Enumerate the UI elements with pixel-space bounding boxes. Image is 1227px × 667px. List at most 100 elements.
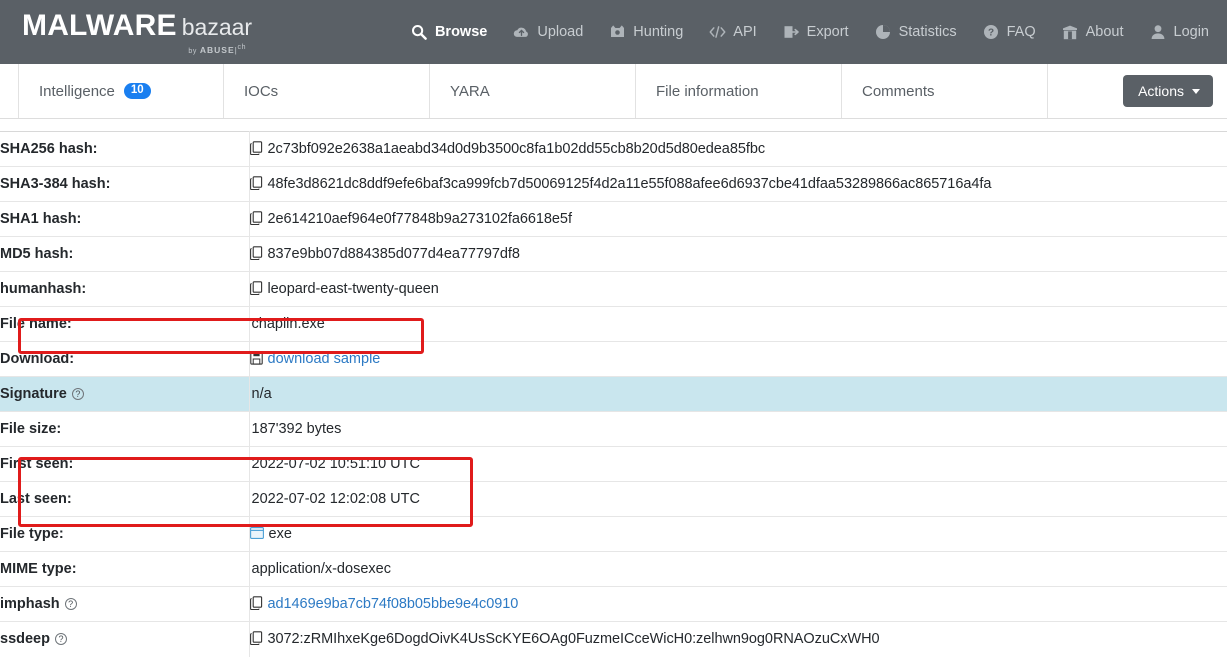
- tab-label-comments: Comments: [862, 82, 935, 100]
- nav-item-hunting[interactable]: Hunting: [609, 24, 683, 41]
- row-value-first-seen: 2022-07-02 10:51:10 UTC: [249, 446, 1227, 482]
- brand-name-bold: MALWARE: [22, 9, 177, 43]
- imphash-link[interactable]: ad1469e9ba7cb74f08b05bbe9e4c0910: [268, 596, 519, 612]
- tab-list: Intelligence 10 IOCs YARA File informati…: [18, 64, 1101, 118]
- table-row-sha1: SHA1 hash: 2e614210aef964e0f77848b9a2731…: [0, 201, 1227, 237]
- row-key-md5: MD5 hash:: [0, 236, 250, 272]
- row-key-download: Download:: [0, 341, 250, 377]
- table-row-mime-type: MIME type: application/x-dosexec: [0, 551, 1227, 587]
- imphash-label: imphash: [0, 596, 60, 612]
- nav-item-statistics[interactable]: Statistics: [875, 24, 957, 41]
- download-sample-link[interactable]: download sample: [268, 351, 381, 367]
- row-key-sha1: SHA1 hash:: [0, 201, 250, 237]
- help-icon[interactable]: ?: [54, 633, 67, 646]
- nav-item-about[interactable]: About: [1062, 24, 1124, 41]
- crosshair-icon: [609, 24, 626, 41]
- tab-label-intelligence: Intelligence: [39, 82, 115, 100]
- copy-icon[interactable]: [249, 176, 263, 191]
- help-icon[interactable]: ?: [71, 388, 84, 400]
- brand-name-light: bazaar: [181, 14, 253, 41]
- nav-item-api[interactable]: API: [709, 24, 757, 41]
- row-key-file-size: File size:: [0, 411, 250, 447]
- top-navbar: MALWARE bazaar by ABUSE|ch Browse Upload …: [0, 0, 1227, 64]
- table-row-ssdeep: ssdeep? 3072:zRMIhxeKge6DogdOivK4UsScKYE…: [0, 621, 1227, 657]
- tab-comments[interactable]: Comments: [842, 64, 1048, 118]
- row-value-file-type: exe: [249, 516, 1227, 552]
- row-value-signature: n/a: [249, 376, 1227, 412]
- tab-label-file-information: File information: [656, 82, 759, 100]
- code-icon: [709, 24, 726, 41]
- row-key-sha256: SHA256 hash:: [0, 131, 250, 167]
- nav-item-upload[interactable]: Upload: [513, 24, 583, 41]
- help-icon[interactable]: ?: [64, 598, 77, 610]
- nav-label-upload: Upload: [537, 24, 584, 40]
- table-row-file-type: File type: exe: [0, 516, 1227, 552]
- row-value-sha3-384: 48fe3d8621dc8ddf9efe6baf3ca999fcb7d50069…: [249, 166, 1227, 202]
- file-name-value: chaplin.exe: [251, 316, 325, 332]
- first-seen-value: 2022-07-02 10:51:10 UTC: [251, 456, 420, 472]
- actions-button-label: Actions: [1138, 83, 1184, 99]
- nav-item-login[interactable]: Login: [1150, 24, 1209, 41]
- brand-title: MALWARE bazaar: [22, 11, 252, 41]
- row-key-signature: Signature?: [0, 376, 250, 412]
- site-logo[interactable]: MALWARE bazaar by ABUSE|ch: [22, 9, 252, 55]
- nav-item-export[interactable]: Export: [783, 24, 849, 41]
- tab-label-yara: YARA: [450, 82, 490, 100]
- nav-label-login: Login: [1173, 24, 1209, 40]
- row-value-sha1: 2e614210aef964e0f77848b9a273102fa6618e5f: [249, 201, 1227, 237]
- row-key-humanhash: humanhash:: [0, 271, 250, 307]
- svg-text:?: ?: [988, 28, 994, 39]
- row-value-md5: 837e9bb07d884385d077d4ea77797df8: [249, 236, 1227, 272]
- table-row-first-seen: First seen: 2022-07-02 10:51:10 UTC: [0, 446, 1227, 482]
- copy-icon[interactable]: [249, 596, 263, 611]
- actions-area: Actions: [1101, 64, 1213, 118]
- table-row-file-name: File name: chaplin.exe: [0, 306, 1227, 342]
- table-row-last-seen: Last seen: 2022-07-02 12:02:08 UTC: [0, 481, 1227, 517]
- actions-button[interactable]: Actions: [1123, 75, 1213, 107]
- file-type-value: exe: [268, 526, 292, 542]
- question-circle-icon: ?: [983, 24, 1000, 41]
- sha3-384-value: 48fe3d8621dc8ddf9efe6baf3ca999fcb7d50069…: [267, 176, 992, 192]
- copy-icon[interactable]: [249, 211, 263, 226]
- search-icon: [411, 24, 428, 41]
- intelligence-count-badge: 10: [123, 82, 151, 100]
- row-value-ssdeep: 3072:zRMIhxeKge6DogdOivK4UsScKYE6OAg0Fuz…: [249, 621, 1227, 657]
- row-key-file-name: File name:: [0, 306, 250, 342]
- copy-icon[interactable]: [249, 246, 263, 261]
- row-value-last-seen: 2022-07-02 12:02:08 UTC: [249, 481, 1227, 517]
- last-seen-value: 2022-07-02 12:02:08 UTC: [251, 491, 420, 507]
- bank-icon: [1062, 24, 1079, 41]
- nav-label-browse: Browse: [434, 24, 488, 40]
- table-row-md5: MD5 hash: 837e9bb07d884385d077d4ea77797d…: [0, 236, 1227, 272]
- row-value-file-size: 187'392 bytes: [249, 411, 1227, 447]
- brand-subtitle: by ABUSE|ch: [188, 44, 247, 55]
- row-key-file-type: File type:: [0, 516, 250, 552]
- nav-label-export: Export: [806, 24, 849, 40]
- chevron-down-icon: [1192, 88, 1200, 94]
- nav-item-faq[interactable]: ? FAQ: [983, 24, 1036, 41]
- row-key-last-seen: Last seen:: [0, 481, 250, 517]
- md5-value: 837e9bb07d884385d077d4ea77797df8: [267, 246, 520, 262]
- tab-intelligence[interactable]: Intelligence 10: [18, 64, 224, 118]
- row-value-imphash: ad1469e9ba7cb74f08b05bbe9e4c0910: [249, 586, 1227, 622]
- table-row-humanhash: humanhash: leopard-east-twenty-queen: [0, 271, 1227, 307]
- row-value-humanhash: leopard-east-twenty-queen: [249, 271, 1227, 307]
- tab-bar: Intelligence 10 IOCs YARA File informati…: [0, 64, 1227, 119]
- table-row-file-size: File size: 187'392 bytes: [0, 411, 1227, 447]
- user-icon: [1150, 24, 1167, 41]
- table-row-imphash: imphash? ad1469e9ba7cb74f08b05bbe9e4c091…: [0, 586, 1227, 622]
- table-row-signature: Signature? n/a: [0, 376, 1227, 412]
- nav-label-hunting: Hunting: [633, 24, 684, 40]
- table-row-download: Download: download sample: [0, 341, 1227, 377]
- nav-item-browse[interactable]: Browse: [411, 24, 487, 41]
- copy-icon[interactable]: [249, 281, 263, 296]
- copy-icon[interactable]: [249, 141, 263, 156]
- brand-abuse-text: ABUSE: [199, 44, 235, 55]
- tab-file-information[interactable]: File information: [636, 64, 842, 118]
- copy-icon[interactable]: [249, 631, 263, 646]
- primary-navigation: Browse Upload Hunting API Export Statist…: [411, 24, 1213, 41]
- tab-yara[interactable]: YARA: [430, 64, 636, 118]
- table-row-sha256: SHA256 hash: 2c73bf092e2638a1aeabd34d0d9…: [0, 131, 1227, 167]
- tab-iocs[interactable]: IOCs: [224, 64, 430, 118]
- signature-value: n/a: [251, 386, 272, 402]
